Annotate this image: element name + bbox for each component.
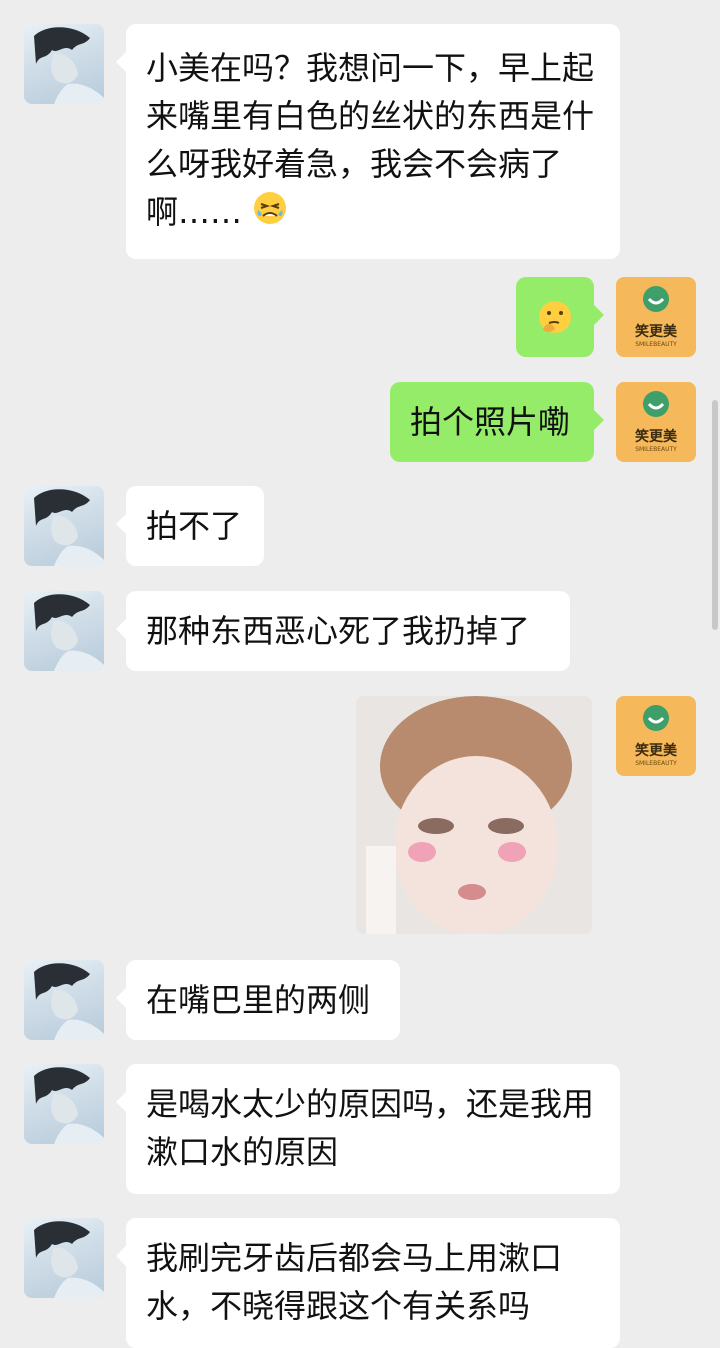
message-row: 我刷完牙齿后都会马上用漱口水，不晓得跟这个有关系吗 (0, 1218, 720, 1348)
user-avatar[interactable] (24, 1064, 104, 1144)
user-avatar[interactable] (24, 591, 104, 671)
message-text: 那种东西恶心死了我扔掉了 (146, 612, 531, 650)
message-text: 小美在吗？我想问一下，早上起来嘴里有白色的丝状的东西是什么呀我好着急，我会不会病… (146, 49, 595, 231)
message-text: 拍不了 (146, 507, 243, 545)
message-row: 拍个照片嘞 笑更美 SMILEBEAUTY (0, 382, 720, 462)
image-sticker[interactable] (356, 696, 592, 934)
message-row: 笑更美 SMILEBEAUTY (0, 277, 720, 357)
user-avatar-image (34, 594, 104, 671)
user-avatar[interactable] (24, 960, 104, 1040)
user-avatar[interactable] (24, 24, 104, 104)
message-row: 是喝水太少的原因吗，还是我用漱口水的原因 (0, 1064, 720, 1194)
brand-subtitle: SMILEBEAUTY (635, 760, 677, 767)
message-row: 那种东西恶心死了我扔掉了 (0, 591, 720, 671)
message-bubble[interactable]: 拍不了 (116, 486, 264, 566)
user-avatar-image (34, 489, 104, 566)
message-bubble[interactable]: 是喝水太少的原因吗，还是我用漱口水的原因 (116, 1064, 620, 1194)
message-bubble[interactable]: 拍个照片嘞 (390, 382, 604, 462)
brand-name: 笑更美 (635, 429, 677, 445)
user-avatar-image (34, 27, 104, 104)
message-bubble[interactable]: 小美在吗？我想问一下，早上起来嘴里有白色的丝状的东西是什么呀我好着急，我会不会病… (116, 24, 620, 259)
user-avatar[interactable] (24, 1218, 104, 1298)
message-text: 我刷完牙齿后都会马上用漱口水，不晓得跟这个有关系吗 (146, 1239, 563, 1325)
brand-name: 笑更美 (635, 743, 677, 759)
brand-name: 笑更美 (635, 324, 677, 340)
brand-avatar[interactable]: 笑更美 SMILEBEAUTY (616, 277, 696, 357)
message-text: 拍个照片嘞 (410, 403, 571, 441)
message-bubble[interactable]: 在嘴巴里的两侧 (116, 960, 400, 1040)
user-avatar-image (34, 1067, 104, 1144)
thinking-face-icon (537, 299, 573, 348)
message-row: 在嘴巴里的两侧 (0, 960, 720, 1040)
message-bubble[interactable] (516, 277, 604, 357)
child-sticker-image (356, 696, 592, 934)
brand-subtitle: SMILEBEAUTY (635, 341, 677, 348)
crying-face-icon (252, 190, 288, 239)
user-avatar[interactable] (24, 486, 104, 566)
message-bubble[interactable]: 那种东西恶心死了我扔掉了 (116, 591, 570, 671)
message-text: 是喝水太少的原因吗，还是我用漱口水的原因 (146, 1085, 595, 1171)
user-avatar-image (34, 1221, 104, 1298)
brand-avatar[interactable]: 笑更美 SMILEBEAUTY (616, 696, 696, 776)
message-row: 小美在吗？我想问一下，早上起来嘴里有白色的丝状的东西是什么呀我好着急，我会不会病… (0, 24, 720, 259)
scrollbar[interactable] (712, 400, 718, 630)
brand-subtitle: SMILEBEAUTY (635, 446, 677, 453)
user-avatar-image (34, 963, 104, 1040)
message-row: 拍不了 (0, 486, 720, 566)
message-text: 在嘴巴里的两侧 (146, 981, 371, 1019)
brand-avatar[interactable]: 笑更美 SMILEBEAUTY (616, 382, 696, 462)
message-bubble[interactable]: 我刷完牙齿后都会马上用漱口水，不晓得跟这个有关系吗 (116, 1218, 620, 1348)
